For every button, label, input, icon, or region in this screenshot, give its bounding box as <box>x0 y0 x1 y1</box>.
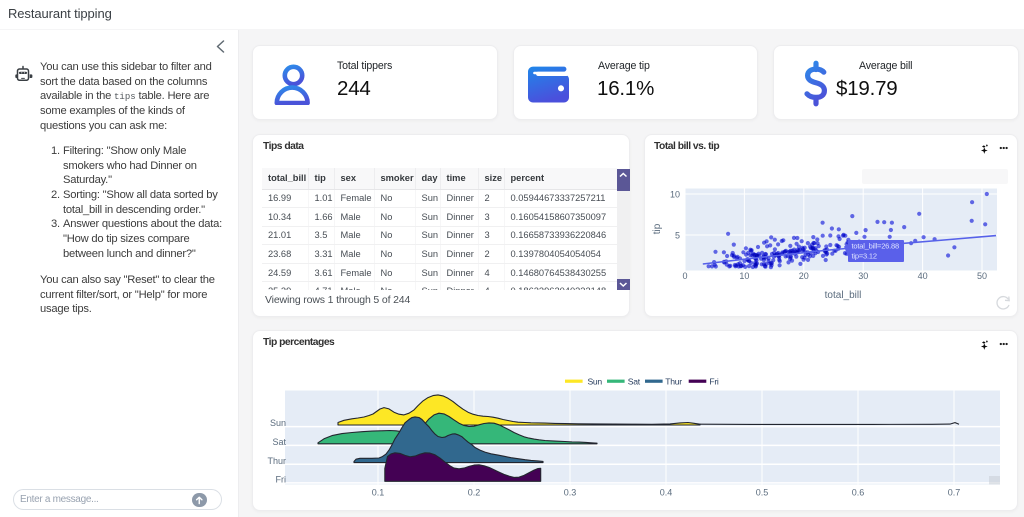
svg-text:tip: tip <box>652 223 663 234</box>
svg-text:Sun: Sun <box>588 376 603 386</box>
svg-text:0: 0 <box>682 271 687 281</box>
svg-text:0.7: 0.7 <box>948 488 961 498</box>
svg-text:10: 10 <box>739 271 749 281</box>
svg-text:0.3: 0.3 <box>564 488 577 498</box>
svg-text:Sat: Sat <box>628 376 641 386</box>
svg-text:0.4: 0.4 <box>660 488 673 498</box>
svg-text:5: 5 <box>675 230 680 240</box>
svg-text:Thur: Thur <box>267 456 286 466</box>
svg-text:Sat: Sat <box>272 437 286 447</box>
svg-text:Sun: Sun <box>270 418 286 428</box>
svg-text:tip=3.12: tip=3.12 <box>852 252 877 261</box>
svg-text:10: 10 <box>670 189 680 199</box>
svg-text:30: 30 <box>858 271 868 281</box>
svg-text:Fri: Fri <box>709 376 719 386</box>
svg-text:0.6: 0.6 <box>852 488 865 498</box>
svg-text:0.1: 0.1 <box>372 488 385 498</box>
svg-text:50: 50 <box>977 271 987 281</box>
svg-text:0.2: 0.2 <box>468 488 481 498</box>
svg-text:40: 40 <box>918 271 928 281</box>
svg-text:Fri: Fri <box>276 475 287 485</box>
svg-text:20: 20 <box>799 271 809 281</box>
svg-text:total_bill: total_bill <box>825 290 862 301</box>
svg-text:Thur: Thur <box>665 376 682 386</box>
svg-text:total_bill=26.88: total_bill=26.88 <box>852 242 899 251</box>
svg-text:0.5: 0.5 <box>756 488 769 498</box>
